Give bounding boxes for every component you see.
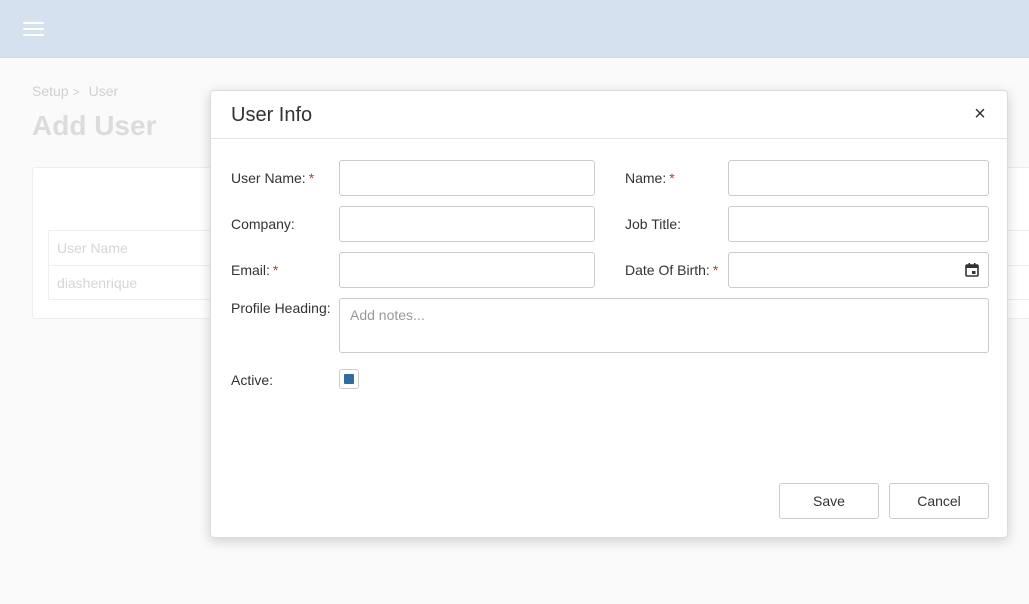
required-marker: * bbox=[272, 262, 279, 278]
hamburger-menu-icon[interactable] bbox=[23, 21, 44, 38]
active-checkbox[interactable] bbox=[339, 369, 359, 389]
username-input[interactable] bbox=[340, 161, 594, 195]
profile-heading-label: Profile Heading: bbox=[231, 300, 331, 316]
page-title: Add User bbox=[32, 110, 157, 141]
company-field[interactable] bbox=[339, 206, 595, 242]
name-label-text: Name: bbox=[625, 170, 667, 186]
username-label: User Name: * bbox=[231, 170, 314, 186]
job-title-field[interactable] bbox=[728, 206, 989, 242]
profile-heading-field[interactable] bbox=[339, 298, 989, 353]
dob-field[interactable] bbox=[728, 252, 989, 288]
checkbox-checked-indicator bbox=[344, 374, 354, 384]
job-title-input[interactable] bbox=[729, 207, 988, 241]
modal-title: User Info bbox=[231, 104, 313, 126]
dob-input[interactable] bbox=[729, 253, 988, 287]
profile-heading-textarea[interactable] bbox=[340, 299, 988, 352]
company-input[interactable] bbox=[340, 207, 594, 241]
close-icon[interactable]: × bbox=[969, 103, 991, 125]
job-title-label: Job Title: bbox=[625, 216, 682, 232]
cancel-button[interactable]: Cancel bbox=[889, 483, 989, 519]
company-label: Company: bbox=[231, 216, 295, 232]
required-marker: * bbox=[308, 170, 315, 186]
email-field[interactable] bbox=[339, 252, 595, 288]
save-button[interactable]: Save bbox=[779, 483, 879, 519]
email-input[interactable] bbox=[340, 253, 594, 287]
name-label: Name: * bbox=[625, 170, 675, 186]
top-bar bbox=[0, 0, 1029, 58]
username-field[interactable] bbox=[339, 160, 595, 196]
breadcrumb-item-setup[interactable]: Setup bbox=[32, 83, 69, 99]
username-label-text: User Name: bbox=[231, 170, 306, 186]
required-marker: * bbox=[669, 170, 675, 186]
calendar-icon[interactable] bbox=[965, 263, 979, 277]
name-field[interactable] bbox=[728, 160, 989, 196]
dob-label: Date Of Birth: * bbox=[625, 262, 718, 278]
email-label-text: Email: bbox=[231, 262, 270, 278]
breadcrumb: Setup > User bbox=[32, 83, 118, 99]
user-info-modal: User Info × User Name: * Name: * Company: … bbox=[210, 90, 1008, 538]
email-label: Email: * bbox=[231, 262, 278, 278]
dob-label-text: Date Of Birth: bbox=[625, 262, 710, 278]
modal-header: User Info × bbox=[211, 91, 1007, 139]
name-input[interactable] bbox=[729, 161, 988, 195]
active-label: Active: bbox=[231, 372, 274, 388]
breadcrumb-separator: > bbox=[72, 85, 80, 99]
required-marker: * bbox=[712, 262, 719, 278]
breadcrumb-item-user[interactable]: User bbox=[89, 83, 119, 99]
